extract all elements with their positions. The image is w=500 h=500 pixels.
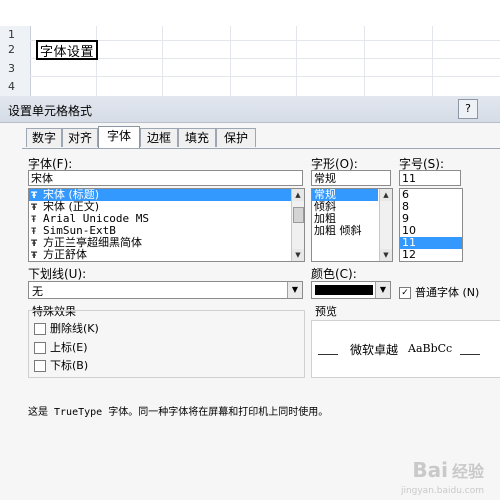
color-swatch: [315, 285, 373, 295]
watermark-brand: Bai: [412, 458, 448, 482]
font-style-scrollbar[interactable]: ▲ ▼: [379, 189, 392, 261]
scroll-up-icon[interactable]: ▲: [292, 189, 304, 201]
superscript-checkbox[interactable]: [34, 342, 46, 354]
tab-protection[interactable]: 保护: [216, 128, 256, 147]
superscript-option[interactable]: 上标(E): [34, 339, 88, 355]
scroll-up-icon[interactable]: ▲: [380, 189, 392, 201]
scroll-down-icon[interactable]: ▼: [292, 249, 304, 261]
subscript-checkbox[interactable]: [34, 360, 46, 372]
grid-line: [230, 26, 231, 96]
color-label: 颜色(C):: [311, 267, 357, 281]
font-size-list[interactable]: 6 8 9 10 11 12: [399, 188, 463, 262]
chevron-down-icon[interactable]: ▼: [375, 282, 390, 298]
tab-alignment[interactable]: 对齐: [62, 128, 98, 147]
underline-value: 无: [32, 285, 43, 298]
font-name-input[interactable]: 宋体: [28, 170, 303, 186]
row-header-column: 1 2 3 4: [0, 26, 31, 96]
spreadsheet-grid: [0, 26, 500, 96]
preview-label: 预览: [315, 305, 337, 318]
grid-line: [432, 26, 433, 96]
tab-fill[interactable]: 填充: [178, 128, 216, 147]
preview-box: 微软卓越 AaBbCc: [311, 320, 500, 378]
truetype-note: 这是 TrueType 字体。同一种字体将在屏幕和打印机上同时使用。: [28, 407, 329, 418]
grid-line: [96, 26, 97, 96]
preview-baseline: [318, 354, 338, 355]
preview-sample-cn: 微软卓越: [350, 343, 399, 357]
dialog-titlebar[interactable]: 设置单元格格式 ?: [0, 96, 500, 123]
color-select[interactable]: ▼: [311, 281, 391, 299]
watermark-url: jingyan.baidu.com: [400, 486, 484, 496]
superscript-label: 上标(E): [50, 341, 88, 354]
font-size-option[interactable]: 6: [400, 189, 462, 201]
screenshot-root: 1 2 3 4 字体设置 设置单元格格式 ? 数字 对齐 字体 边框 填充 保护…: [0, 0, 500, 500]
grid-line: [30, 58, 500, 59]
normal-font-label: 普通字体 (N): [415, 286, 480, 299]
font-list-item[interactable]: Ŧ 方正舒体: [29, 248, 304, 262]
underline-label: 下划线(U):: [28, 267, 87, 281]
underline-select[interactable]: 无 ▼: [28, 281, 303, 299]
font-size-option[interactable]: 8: [400, 201, 462, 213]
active-cell-text: 字体设置: [40, 45, 95, 60]
font-size-option[interactable]: 12: [400, 249, 462, 261]
row-number: 3: [8, 62, 15, 75]
preview-sample-en: AaBbCc: [408, 342, 453, 355]
strikethrough-checkbox[interactable]: [34, 323, 46, 335]
scroll-thumb[interactable]: [293, 207, 304, 223]
scroll-down-icon[interactable]: ▼: [380, 249, 392, 261]
normal-font-checkbox[interactable]: ✓: [399, 287, 411, 299]
font-option-label: 方正舒体: [43, 248, 87, 261]
tab-border[interactable]: 边框: [140, 128, 178, 147]
grid-line: [30, 76, 500, 77]
strikethrough-option[interactable]: 删除线(K): [34, 320, 99, 336]
row-number: 2: [8, 43, 15, 56]
dialog-title: 设置单元格格式: [8, 104, 93, 118]
normal-font-option[interactable]: ✓ 普通字体 (N): [399, 284, 479, 300]
grid-line: [30, 40, 500, 41]
font-style-list[interactable]: 常规 倾斜 加粗 加粗 倾斜 ▲ ▼: [311, 188, 393, 262]
subscript-label: 下标(B): [50, 359, 89, 372]
grid-line: [296, 26, 297, 96]
font-list-scrollbar[interactable]: ▲ ▼: [291, 189, 304, 261]
help-button[interactable]: ?: [458, 99, 478, 119]
row-number: 1: [8, 28, 15, 41]
grid-line: [364, 26, 365, 96]
strikethrough-label: 删除线(K): [50, 322, 99, 335]
font-size-input[interactable]: 11: [399, 170, 461, 186]
subscript-option[interactable]: 下标(B): [34, 357, 88, 373]
watermark-suffix: 经验: [451, 462, 484, 481]
preview-baseline: [460, 354, 480, 355]
baidu-watermark: Bai 经验: [412, 458, 484, 482]
tab-number[interactable]: 数字: [26, 128, 62, 147]
font-list[interactable]: Ŧ 宋体 (标题) Ŧ 宋体 (正文) Ŧ Arial Unicode MS Ŧ Sim…: [28, 188, 305, 262]
row-number: 4: [8, 80, 15, 93]
grid-line: [162, 26, 163, 96]
truetype-icon: Ŧ: [31, 251, 38, 261]
chevron-down-icon[interactable]: ▼: [287, 282, 302, 298]
tab-font[interactable]: 字体: [98, 126, 140, 148]
font-style-input[interactable]: 常规: [311, 170, 391, 186]
